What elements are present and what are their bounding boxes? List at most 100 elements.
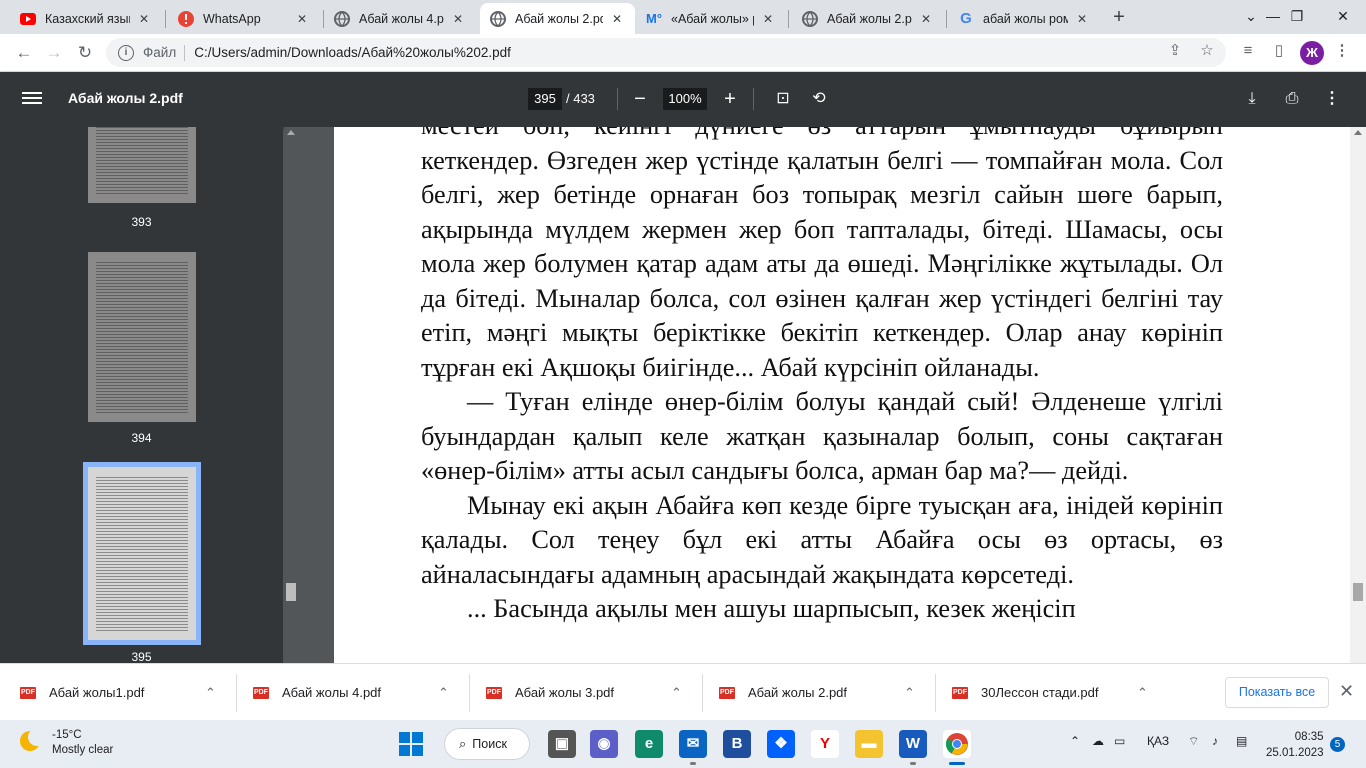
chevron-up-icon[interactable]: ⌃ [1137,664,1148,721]
taskbar-search[interactable]: ⌕ Поиск [445,729,529,759]
address-toolbar: ← → ↻ i Файл C:/Users/admin/Downloads/Аб… [0,34,1366,72]
battery-icon[interactable]: ▭ [1114,734,1125,748]
vk-icon[interactable]: B [723,730,751,758]
share-icon[interactable]: ⇪ [1164,40,1186,62]
zoom-in-button[interactable]: + [718,87,742,111]
tab-youtube[interactable]: Казахский язык ✕ [10,3,162,34]
download-icon[interactable]: ⤓ [1240,87,1264,111]
address-bar[interactable]: i Файл C:/Users/admin/Downloads/Абай%20ж… [106,38,1226,67]
tab-title: WhatsApp [203,11,261,26]
profile-avatar[interactable]: Ж [1300,41,1324,65]
wifi-icon[interactable]: ⌔ [1188,734,1199,749]
info-icon[interactable]: i [118,44,134,61]
page-thumbnail[interactable] [88,252,196,422]
tab-divider [788,10,789,28]
dropbox-icon[interactable]: ❖ [767,730,795,758]
language-indicator[interactable]: ҚАЗ [1147,734,1169,748]
download-item[interactable]: PDF Абай жолы1.pdf [20,664,144,721]
close-icon[interactable]: ✕ [760,11,776,27]
tab-divider [946,10,947,28]
mail-icon[interactable]: ✉ [679,730,707,758]
tab-title: Абай жолы 2.pdf [827,11,912,26]
main-scrollbar[interactable] [1350,127,1366,663]
page-number-input[interactable]: 395 [528,88,562,110]
chrome-icon[interactable] [943,730,971,758]
restore-button[interactable]: ❐ [1274,2,1320,30]
url-text[interactable]: C:/Users/admin/Downloads/Абай%20жолы%202… [194,45,511,60]
edge-icon[interactable]: e [635,730,663,758]
whatsapp-icon [178,10,194,27]
reading-list-icon[interactable]: ≡ [1236,39,1260,63]
chevron-up-icon[interactable]: ⌃ [1070,734,1080,748]
speaker-icon[interactable]: ♪ [1212,734,1218,748]
scrollbar-thumb[interactable] [1353,583,1363,601]
page-thumbnail-selected[interactable] [83,462,201,645]
paragraph: — Туған елінде өнер-білім болуы қандай с… [421,387,1223,485]
tab-abai-article[interactable]: M° «Абай жолы» ро ✕ [636,3,786,34]
close-icon[interactable]: ✕ [450,11,466,27]
close-icon[interactable]: ✕ [918,11,934,27]
chevron-up-icon[interactable]: ⌃ [904,664,915,721]
divider [184,44,186,61]
globe-icon [334,10,350,27]
display-icon[interactable]: ▤ [1236,734,1247,748]
print-icon[interactable]: ⎙ [1280,87,1304,111]
scroll-up-icon[interactable] [287,130,295,135]
paragraph: Мынау екі ақын Абайға көп кезде бірге ту… [421,490,1223,589]
download-item[interactable]: PDF Абай жолы 3.pdf [486,664,614,721]
bookmark-star-icon[interactable]: ☆ [1196,40,1218,62]
tab-abai-4[interactable]: Абай жолы 4.pdf ✕ [324,3,476,34]
zoom-out-button[interactable]: − [628,87,652,111]
side-panel-icon[interactable]: ▯ [1267,39,1291,63]
file-explorer-icon[interactable]: ▬ [855,730,883,758]
teams-icon[interactable]: ◉ [590,730,618,758]
word-icon[interactable]: W [899,730,927,758]
task-view-icon[interactable]: ▣ [548,730,576,758]
close-icon[interactable]: ✕ [294,11,310,27]
yandex-browser-icon[interactable]: Y [811,730,839,758]
download-item[interactable]: PDF 30Лессон стади.pdf [952,664,1098,721]
reload-button[interactable]: ↻ [71,39,99,67]
clock[interactable]: 08:35 25.01.2023 [1266,729,1324,761]
download-item[interactable]: PDF Абай жолы 2.pdf [719,664,847,721]
tab-whatsapp[interactable]: WhatsApp ✕ [168,3,320,34]
close-icon[interactable]: ✕ [609,11,625,27]
divider [617,88,618,110]
scroll-up-icon[interactable] [1354,130,1362,135]
weather-widget[interactable]: -15°C Mostly clear [18,728,113,758]
close-icon[interactable]: ✕ [1074,11,1090,27]
download-item[interactable]: PDF Абай жолы 4.pdf [253,664,381,721]
tab-title: «Абай жолы» ро [671,11,754,26]
zoom-input[interactable]: 100% [663,88,707,110]
chevron-up-icon[interactable]: ⌃ [438,664,449,721]
paragraph: местей боп, кейінгі дүниеге өз аттарын ұ… [421,127,1223,382]
chevron-up-icon[interactable]: ⌃ [671,664,682,721]
cloud-icon[interactable]: ☁ [1092,734,1104,748]
tab-google-search[interactable]: G абай жолы рома ✕ [948,3,1100,34]
more-menu-icon[interactable]: ⋮ [1330,39,1354,63]
google-icon: G [960,10,972,27]
page-thumbnail[interactable] [88,127,196,203]
back-button[interactable]: ← [10,39,38,67]
tab-abai-2-second[interactable]: Абай жолы 2.pdf ✕ [792,3,944,34]
divider [753,88,754,110]
tab-abai-2-active[interactable]: Абай жолы 2.pdf ✕ [480,3,635,34]
chevron-up-icon[interactable]: ⌃ [205,664,216,721]
close-icon[interactable]: ✕ [136,11,152,27]
new-tab-button[interactable]: + [1107,6,1131,30]
show-all-button[interactable]: Показать все [1225,677,1329,708]
start-button[interactable] [399,732,423,756]
rotate-icon[interactable]: ⟲ [807,87,831,111]
notification-badge[interactable]: 5 [1330,737,1345,752]
close-window-button[interactable]: ✕ [1320,2,1366,30]
close-icon[interactable]: ✕ [1339,681,1354,702]
menu-icon[interactable] [22,89,42,109]
fit-page-icon[interactable]: ⊡ [771,87,795,111]
scrollbar-thumb[interactable] [286,583,296,601]
pdf-viewer[interactable]: местей боп, кейінгі дүниеге өз аттарын ұ… [298,127,1350,663]
more-options-icon[interactable]: ⋮ [1320,87,1344,111]
forward-button[interactable]: → [40,39,68,67]
tab-title: абай жолы рома [983,11,1068,26]
pdf-file-icon: PDF [952,686,968,699]
sidebar-scrollbar[interactable] [284,127,298,663]
